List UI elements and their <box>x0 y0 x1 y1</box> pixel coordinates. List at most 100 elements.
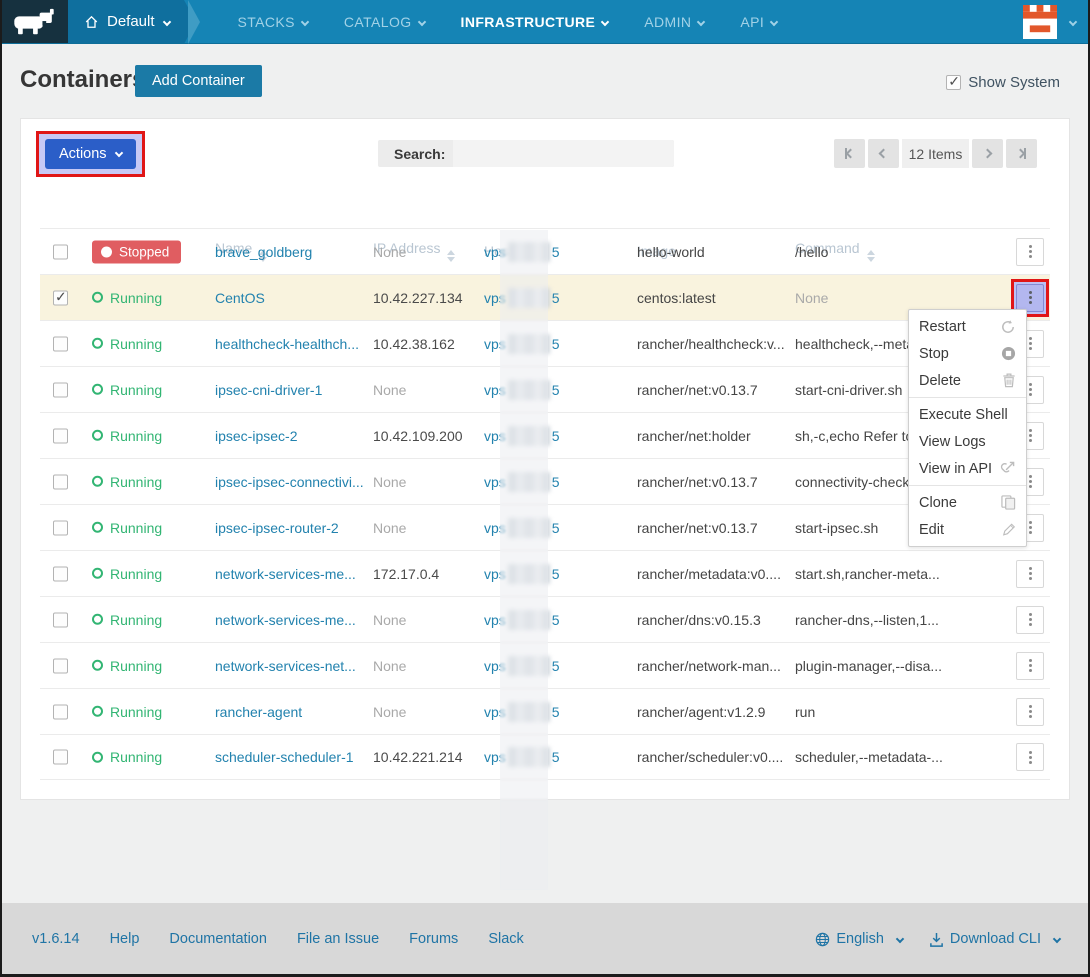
show-system-checkbox[interactable] <box>946 75 961 90</box>
row-checkbox[interactable] <box>53 658 68 673</box>
host-link[interactable]: vps5 <box>484 426 632 446</box>
row-menu-button[interactable] <box>1016 698 1044 726</box>
ip-address: None <box>373 612 479 628</box>
footer-link-forums[interactable]: Forums <box>409 931 458 947</box>
redacted-host-name <box>508 472 550 492</box>
row-checkbox[interactable] <box>53 474 68 489</box>
menu-item-delete[interactable]: Delete <box>909 367 1026 394</box>
rancher-cow-icon <box>11 7 57 37</box>
host-link[interactable]: vps5 <box>484 472 632 492</box>
row-checkbox[interactable] <box>53 704 68 719</box>
version-label: v1.6.14 <box>32 931 80 947</box>
container-name-link[interactable]: rancher-agent <box>215 704 367 720</box>
pagination-prev-button[interactable] <box>868 139 899 168</box>
container-name-link[interactable]: healthcheck-healthch... <box>215 336 367 352</box>
row-menu-button[interactable] <box>1016 560 1044 588</box>
container-name-link[interactable]: network-services-me... <box>215 612 367 628</box>
host-link[interactable]: vps5 <box>484 702 632 722</box>
container-name-link[interactable]: network-services-net... <box>215 658 367 674</box>
nav-item-infrastructure[interactable]: INFRASTRUCTURE <box>461 14 609 30</box>
nav-item-label: CATALOG <box>344 14 412 30</box>
state-badge: Running <box>92 289 210 306</box>
avatar <box>1023 5 1057 39</box>
download-icon <box>929 932 944 947</box>
language-selector[interactable]: English <box>815 931 903 947</box>
running-icon <box>92 706 103 717</box>
row-menu-button[interactable] <box>1016 743 1044 771</box>
clone-icon <box>1001 495 1016 510</box>
row-menu-button[interactable] <box>1016 652 1044 680</box>
menu-item-view-in-api[interactable]: View in API <box>909 455 1026 482</box>
row-checkbox[interactable] <box>53 612 68 627</box>
search-input[interactable] <box>453 140 674 167</box>
container-name-link[interactable]: network-services-me... <box>215 566 367 582</box>
host-link[interactable]: vps5 <box>484 747 632 767</box>
state-badge: Running <box>92 611 210 628</box>
menu-item-clone[interactable]: Clone <box>909 489 1026 516</box>
container-name-link[interactable]: ipsec-ipsec-router-2 <box>215 520 367 536</box>
row-checkbox[interactable] <box>53 336 68 351</box>
actions-dropdown-button[interactable]: Actions <box>45 139 136 169</box>
row-checkbox[interactable] <box>53 244 68 259</box>
pagination-last-button[interactable] <box>1006 139 1037 168</box>
image-name: rancher/network-man... <box>637 658 789 674</box>
row-menu-button[interactable] <box>1016 238 1044 266</box>
ip-address: None <box>373 520 479 536</box>
nav-item-api[interactable]: API <box>740 14 777 30</box>
restart-icon <box>1000 319 1016 335</box>
host-link[interactable]: vps5 <box>484 288 632 308</box>
container-name-link[interactable]: ipsec-ipsec-2 <box>215 428 367 444</box>
chevron-down-icon <box>114 149 122 157</box>
redacted-host-name <box>508 242 550 262</box>
menu-item-edit[interactable]: Edit <box>909 516 1026 543</box>
menu-item-view-logs[interactable]: View Logs <box>909 428 1026 455</box>
menu-divider <box>909 397 1026 398</box>
host-link[interactable]: vps5 <box>484 610 632 630</box>
host-link[interactable]: vps5 <box>484 564 632 584</box>
host-link[interactable]: vps5 <box>484 380 632 400</box>
download-cli-menu[interactable]: Download CLI <box>929 931 1060 947</box>
nav-item-catalog[interactable]: CATALOG <box>344 14 425 30</box>
row-checkbox[interactable] <box>53 566 68 581</box>
show-system-toggle[interactable]: Show System <box>946 74 1060 91</box>
row-checkbox[interactable] <box>53 382 68 397</box>
command-text: rancher-dns,--listen,1... <box>795 612 995 628</box>
container-name-link[interactable]: scheduler-scheduler-1 <box>215 749 367 765</box>
menu-item-restart[interactable]: Restart <box>909 313 1026 340</box>
container-name-link[interactable]: ipsec-ipsec-connectivi... <box>215 474 367 490</box>
row-menu-cell <box>1016 606 1044 634</box>
row-checkbox[interactable] <box>53 750 68 765</box>
host-link[interactable]: vps5 <box>484 242 632 262</box>
host-link[interactable]: vps5 <box>484 334 632 354</box>
environment-selector[interactable]: Default <box>68 0 184 43</box>
table-row: Runningnetwork-services-me...172.17.0.4v… <box>40 550 1050 596</box>
footer-link-slack[interactable]: Slack <box>488 931 523 947</box>
row-checkbox[interactable] <box>53 290 68 305</box>
row-checkbox[interactable] <box>53 520 68 535</box>
menu-item-execute-shell[interactable]: Execute Shell <box>909 401 1026 428</box>
container-name-link[interactable]: ipsec-cni-driver-1 <box>215 382 367 398</box>
rancher-logo[interactable] <box>0 0 68 43</box>
edit-icon <box>1002 522 1016 537</box>
chevron-down-icon <box>417 17 425 25</box>
container-name-link[interactable]: brave_goldberg <box>215 244 367 260</box>
user-menu[interactable] <box>1023 0 1076 43</box>
ip-address: None <box>373 244 479 260</box>
menu-item-stop[interactable]: Stop <box>909 340 1026 367</box>
pagination-first-button[interactable] <box>834 139 865 168</box>
footer-link-file-an-issue[interactable]: File an Issue <box>297 931 379 947</box>
host-link[interactable]: vps5 <box>484 656 632 676</box>
container-name-link[interactable]: CentOS <box>215 290 367 306</box>
footer-link-documentation[interactable]: Documentation <box>169 931 267 947</box>
row-menu-button[interactable] <box>1016 284 1044 312</box>
pagination-next-button[interactable] <box>972 139 1003 168</box>
ip-address: 10.42.38.162 <box>373 336 479 352</box>
search-label: Search: <box>378 146 453 162</box>
nav-item-stacks[interactable]: STACKS <box>238 14 308 30</box>
add-container-button[interactable]: Add Container <box>135 65 262 97</box>
host-link[interactable]: vps5 <box>484 518 632 538</box>
nav-item-admin[interactable]: ADMIN <box>644 14 704 30</box>
row-menu-button[interactable] <box>1016 606 1044 634</box>
row-checkbox[interactable] <box>53 428 68 443</box>
footer-link-help[interactable]: Help <box>110 931 140 947</box>
